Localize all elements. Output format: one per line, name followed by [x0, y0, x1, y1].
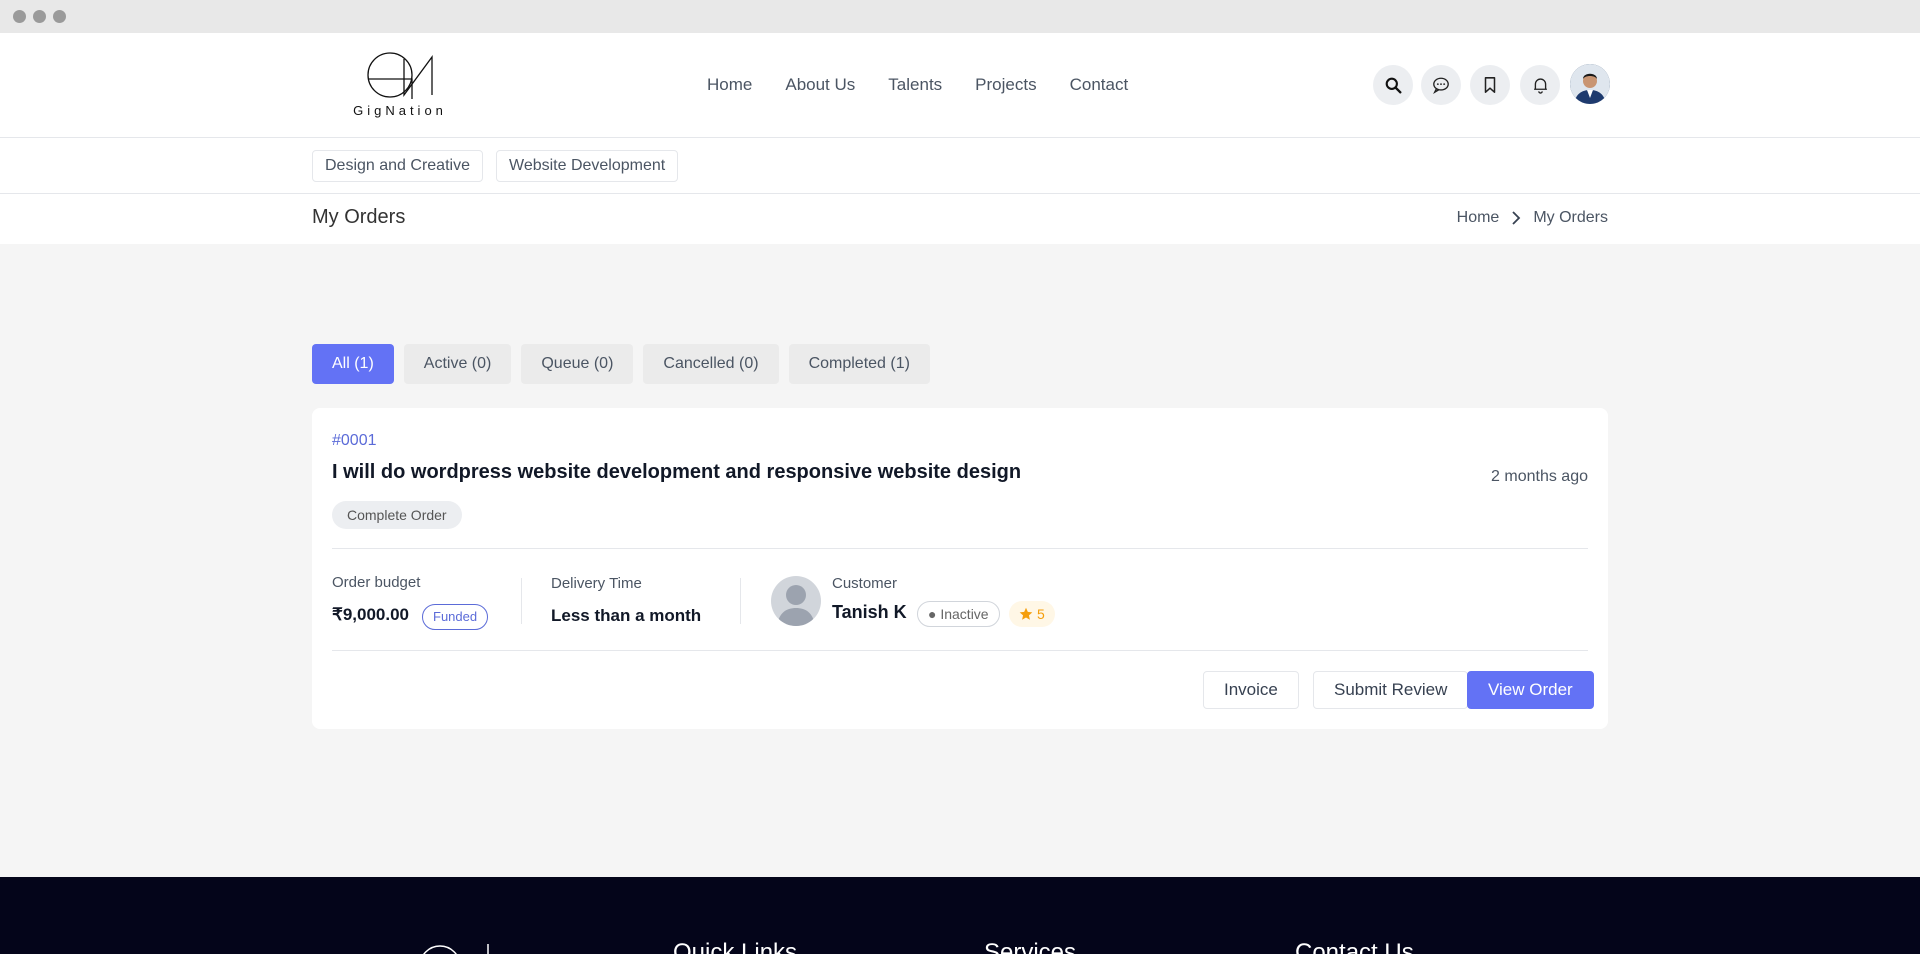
user-placeholder-icon — [777, 585, 815, 626]
brand-name: GigNation — [353, 103, 447, 118]
invoice-button[interactable]: Invoice — [1203, 671, 1299, 709]
saved-button[interactable] — [1470, 65, 1510, 105]
customer-label: Customer — [832, 575, 898, 592]
breadcrumb-current: My Orders — [1533, 209, 1608, 226]
tab-queue[interactable]: Queue (0) — [521, 344, 634, 384]
main-nav: Home About Us Talents Projects Contact — [707, 75, 1128, 95]
brand-logo[interactable]: GigNation — [352, 51, 448, 121]
search-icon — [1385, 77, 1401, 93]
tab-completed[interactable]: Completed (1) — [788, 344, 930, 384]
rating-value: 5 — [1037, 606, 1045, 622]
order-title[interactable]: I will do wordpress website development … — [332, 461, 1021, 484]
budget-label: Order budget — [332, 574, 421, 591]
customer-name[interactable]: Tanish K — [832, 602, 907, 623]
window-minimize-dot[interactable] — [33, 10, 46, 23]
customer-status-badge: ● Inactive — [917, 601, 1000, 627]
chevron-right-icon — [1512, 211, 1521, 225]
window-maximize-dot[interactable] — [53, 10, 66, 23]
nav-home[interactable]: Home — [707, 75, 752, 95]
delivery-value: Less than a month — [551, 606, 702, 625]
footer-heading-services: Services — [984, 939, 1077, 954]
divider — [740, 578, 741, 624]
browser-chrome — [0, 0, 1920, 33]
nav-projects[interactable]: Projects — [975, 75, 1036, 95]
delivery-label: Delivery Time — [551, 575, 642, 592]
user-avatar[interactable] — [1570, 64, 1610, 104]
order-card: #0001 I will do wordpress website develo… — [312, 408, 1608, 729]
site-footer: Quick Links Services Contact Us — [0, 877, 1920, 954]
window-close-dot[interactable] — [13, 10, 26, 23]
order-filter-tabs: All (1) Active (0) Queue (0) Cancelled (… — [312, 344, 930, 384]
category-design-and-creative[interactable]: Design and Creative — [312, 150, 483, 182]
order-time: 2 months ago — [1491, 468, 1588, 485]
search-button[interactable] — [1373, 65, 1413, 105]
status-badge: Complete Order — [332, 501, 462, 529]
footer-heading-quick-links: Quick Links — [673, 939, 798, 954]
messages-button[interactable] — [1421, 65, 1461, 105]
order-id: #0001 — [332, 432, 377, 449]
chat-icon — [1433, 77, 1449, 94]
site-header: GigNation Home About Us Talents Projects… — [0, 33, 1920, 138]
submit-review-button[interactable]: Submit Review — [1313, 671, 1469, 709]
divider — [332, 650, 1588, 651]
notifications-button[interactable] — [1520, 65, 1560, 105]
breadcrumb: Home My Orders — [1457, 209, 1608, 227]
logo-mark-icon — [367, 52, 433, 99]
footer-heading-contact-us: Contact Us — [1295, 939, 1414, 954]
page-title-bar: My Orders Home My Orders — [0, 194, 1920, 244]
divider — [332, 548, 1588, 549]
user-avatar-image — [1570, 64, 1610, 104]
customer-avatar — [771, 576, 821, 626]
category-website-development[interactable]: Website Development — [496, 150, 679, 182]
page-title: My Orders — [312, 206, 406, 228]
funded-badge: Funded — [422, 604, 489, 630]
breadcrumb-home[interactable]: Home — [1457, 209, 1500, 227]
nav-about-us[interactable]: About Us — [785, 75, 855, 95]
tab-cancelled[interactable]: Cancelled (0) — [643, 344, 779, 384]
bookmark-icon — [1484, 77, 1496, 93]
bell-icon — [1533, 78, 1547, 94]
footer-logo-icon — [423, 944, 489, 954]
tab-active[interactable]: Active (0) — [403, 344, 512, 384]
nav-talents[interactable]: Talents — [888, 75, 942, 95]
rating-badge: 5 — [1009, 601, 1055, 627]
divider — [521, 578, 522, 624]
budget-value: ₹9,000.00 — [332, 605, 409, 624]
tab-all[interactable]: All (1) — [312, 344, 394, 384]
nav-contact[interactable]: Contact — [1070, 75, 1129, 95]
view-order-button[interactable]: View Order — [1467, 671, 1594, 709]
star-icon — [1019, 607, 1033, 620]
category-bar: Design and Creative Website Development — [0, 138, 1920, 194]
